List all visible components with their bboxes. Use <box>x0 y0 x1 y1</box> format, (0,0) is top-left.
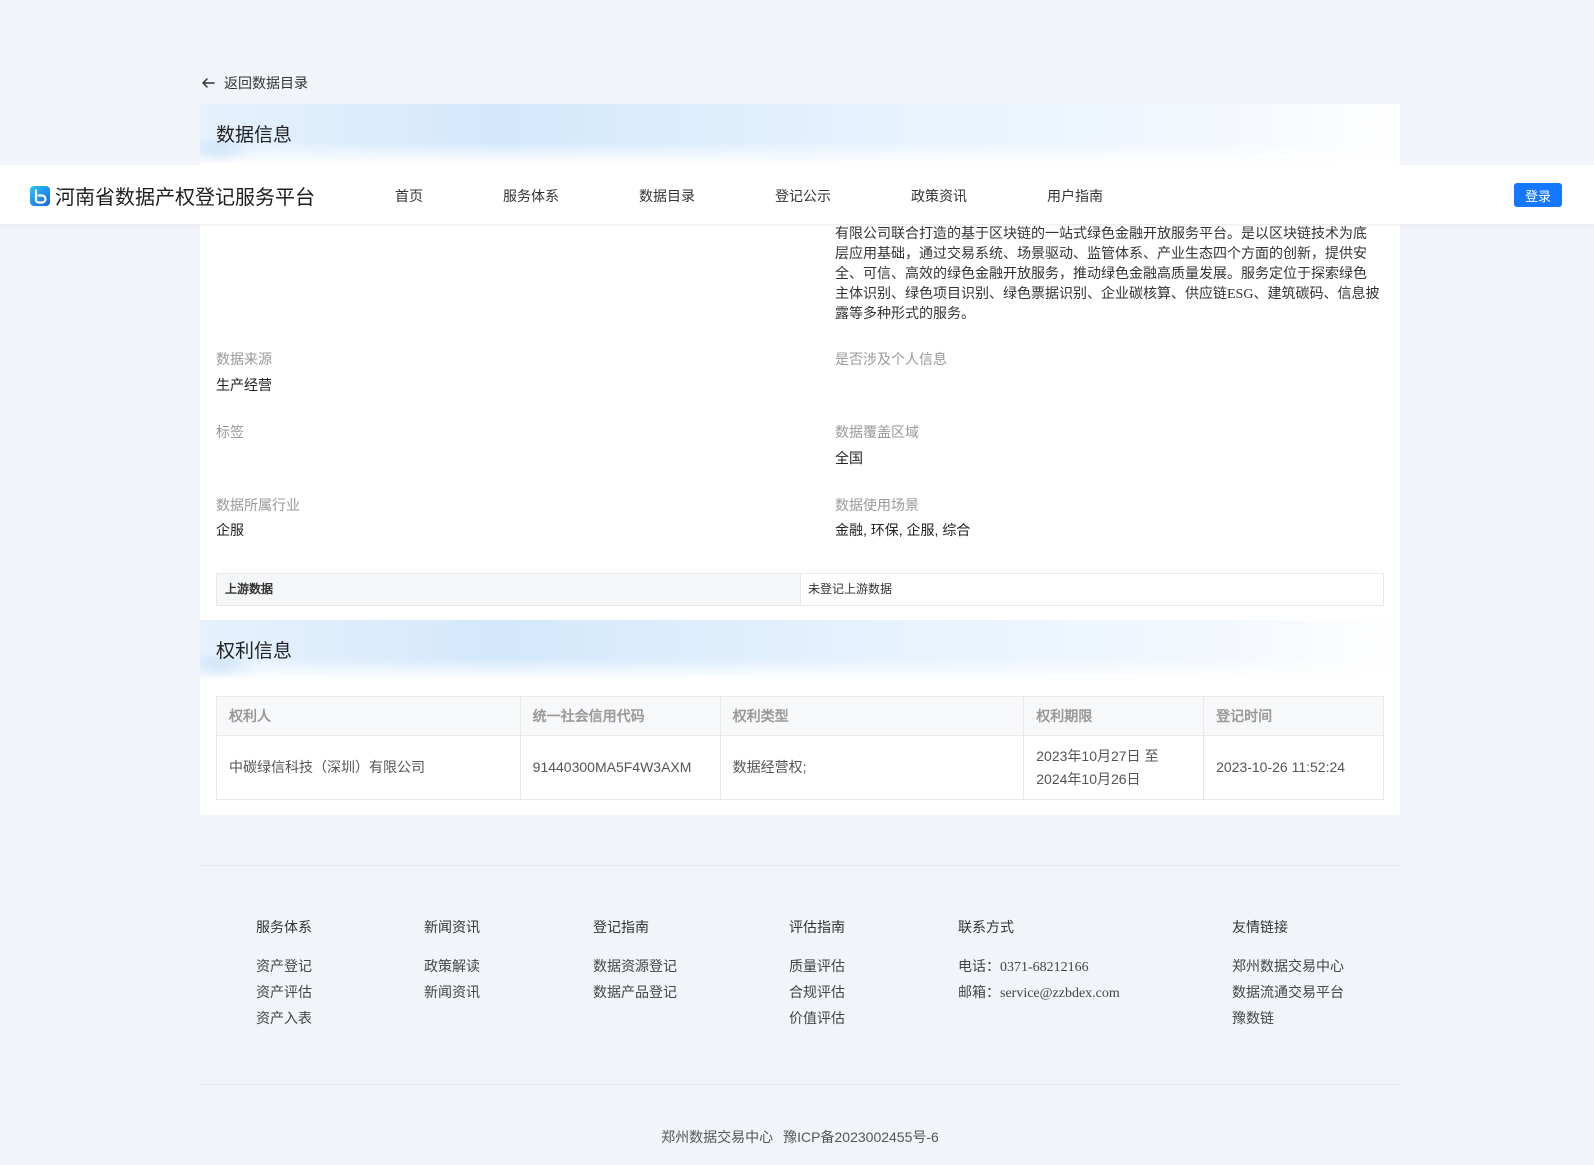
field-value-coverage-area: 全国 <box>835 450 863 466</box>
footer-link-product-registration[interactable]: 数据产品登记 <box>593 982 677 1002</box>
nav-item-registration[interactable]: 登记公示 <box>775 186 831 206</box>
footer-col-title: 登记指南 <box>593 919 649 935</box>
cell-right-type: 数据经营权; <box>719 735 1025 800</box>
cell-holder: 中碳绿信科技（深圳）有限公司 <box>216 735 521 800</box>
footer-link-quality-evaluation[interactable]: 质量评估 <box>789 956 845 976</box>
footer-contact-phone: 电话：0371-68212166 <box>958 960 1089 975</box>
footer-col-services: 服务体系 资产登记 资产评估 资产入表 <box>256 917 312 1028</box>
field-value-usage-scenario: 金融, 环保, 企服, 综合 <box>835 522 971 538</box>
rights-info-title: 权利信息 <box>216 641 293 662</box>
cell-term: 2023年10月27日 至 2024年10月26日 <box>1023 735 1205 800</box>
footer-col-title: 评估指南 <box>789 919 845 935</box>
footer-col-evaluation-guide: 评估指南 质量评估 合规评估 价值评估 <box>789 917 845 1028</box>
footer-link-resource-registration[interactable]: 数据资源登记 <box>593 956 677 976</box>
footer-col-contact: 联系方式 电话：0371-68212166 邮箱：service@zzbdex.… <box>958 917 1120 1002</box>
upstream-data-label: 上游数据 <box>217 574 801 605</box>
brand-title: 河南省数据产权登记服务平台 <box>55 187 315 209</box>
footer-link-asset-registration[interactable]: 资产登记 <box>256 956 312 976</box>
footer-col-friendly-links: 友情链接 郑州数据交易中心 数据流通交易平台 豫数链 <box>1232 917 1344 1028</box>
icp-number[interactable]: 豫ICP备2023002455号-6 <box>783 1129 939 1145</box>
login-button[interactable]: 登录 <box>1514 183 1562 207</box>
footer-col-news: 新闻资讯 政策解读 新闻资讯 <box>424 917 480 1002</box>
col-header-holder: 权利人 <box>216 696 521 736</box>
footer-col-title: 服务体系 <box>256 919 312 935</box>
platform-logo-icon <box>30 185 50 206</box>
footer-link-compliance-evaluation[interactable]: 合规评估 <box>789 982 845 1002</box>
brand[interactable]: 河南省数据产权登记服务平台 <box>30 181 315 210</box>
field-label-data-source: 数据来源 <box>216 351 272 367</box>
footer-link-yushulian[interactable]: 豫数链 <box>1232 1008 1344 1028</box>
nav-item-home[interactable]: 首页 <box>395 186 423 206</box>
rights-info-card: 权利信息 权利人 统一社会信用代码 权利类型 权利期限 登记时间 中碳绿信科技（… <box>200 620 1400 815</box>
nav-item-policy[interactable]: 政策资讯 <box>911 186 967 206</box>
term-end: 2024年10月26日 <box>1036 770 1141 787</box>
field-value-industry: 企服 <box>216 522 244 538</box>
top-navbar: 河南省数据产权登记服务平台 首页 服务体系 数据目录 登记公示 政策资讯 用户指… <box>0 165 1594 225</box>
col-header-credit-code: 统一社会信用代码 <box>519 696 721 736</box>
term-start: 2023年10月27日 至 <box>1036 747 1159 764</box>
rights-table: 权利人 统一社会信用代码 权利类型 权利期限 登记时间 中碳绿信科技（深圳）有限… <box>216 696 1384 800</box>
cell-credit-code: 91440300MA5F4W3AXM <box>519 735 721 800</box>
footer-divider-top <box>200 865 1400 866</box>
footer-link-asset-booking[interactable]: 资产入表 <box>256 1008 312 1028</box>
back-to-catalog-link[interactable]: 返回数据目录 <box>200 73 308 93</box>
field-label-personal-info: 是否涉及个人信息 <box>835 351 947 367</box>
nav-item-guide[interactable]: 用户指南 <box>1047 186 1103 206</box>
copyright: 郑州数据交易中心 豫ICP备2023002455号-6 <box>0 1127 1594 1147</box>
upstream-data-row: 上游数据 未登记上游数据 <box>216 573 1384 606</box>
footer-link-value-evaluation[interactable]: 价值评估 <box>789 1008 845 1028</box>
data-description: 有限公司联合打造的基于区块链的一站式绿色金融开放服务平台。是以区块链技术为底层应… <box>835 227 1380 322</box>
field-label-usage-scenario: 数据使用场景 <box>835 497 919 513</box>
back-link-label: 返回数据目录 <box>224 75 308 91</box>
nav-item-catalog[interactable]: 数据目录 <box>639 186 695 206</box>
rights-info-header: 权利信息 <box>200 620 1400 680</box>
nav-item-services[interactable]: 服务体系 <box>503 186 559 206</box>
copyright-org: 郑州数据交易中心 <box>661 1129 774 1145</box>
footer-col-title: 友情链接 <box>1232 919 1288 935</box>
footer-link-news[interactable]: 新闻资讯 <box>424 982 480 1002</box>
footer-link-asset-evaluation[interactable]: 资产评估 <box>256 982 312 1002</box>
data-info-header: 数据信息 <box>200 104 1400 164</box>
field-label-tags: 标签 <box>216 424 244 440</box>
footer-link-data-trading-platform[interactable]: 数据流通交易平台 <box>1232 982 1344 1002</box>
data-info-title: 数据信息 <box>216 125 293 146</box>
table-row: 中碳绿信科技（深圳）有限公司 91440300MA5F4W3AXM 数据经营权;… <box>216 735 1384 800</box>
col-header-term: 权利期限 <box>1023 696 1205 736</box>
cell-registered-at: 2023-10-26 11:52:24 <box>1203 735 1384 800</box>
col-header-right-type: 权利类型 <box>719 696 1025 736</box>
footer-link-zhengzhou-exchange[interactable]: 郑州数据交易中心 <box>1232 956 1344 976</box>
field-label-coverage-area: 数据覆盖区域 <box>835 424 919 440</box>
col-header-registered-at: 登记时间 <box>1203 696 1384 736</box>
arrow-left-icon <box>202 78 215 88</box>
table-header-row: 权利人 统一社会信用代码 权利类型 权利期限 登记时间 <box>216 696 1384 736</box>
footer-col-title: 联系方式 <box>958 919 1014 935</box>
footer-divider-bottom <box>200 1084 1400 1085</box>
field-label-industry: 数据所属行业 <box>216 497 300 513</box>
footer-link-policy-interpretation[interactable]: 政策解读 <box>424 956 480 976</box>
footer-contact-email[interactable]: 邮箱：service@zzbdex.com <box>958 982 1120 1002</box>
footer-col-registration-guide: 登记指南 数据资源登记 数据产品登记 <box>593 917 677 1002</box>
upstream-data-value: 未登记上游数据 <box>808 582 893 596</box>
field-value-data-source: 生产经营 <box>216 377 272 393</box>
footer-col-title: 新闻资讯 <box>424 919 480 935</box>
